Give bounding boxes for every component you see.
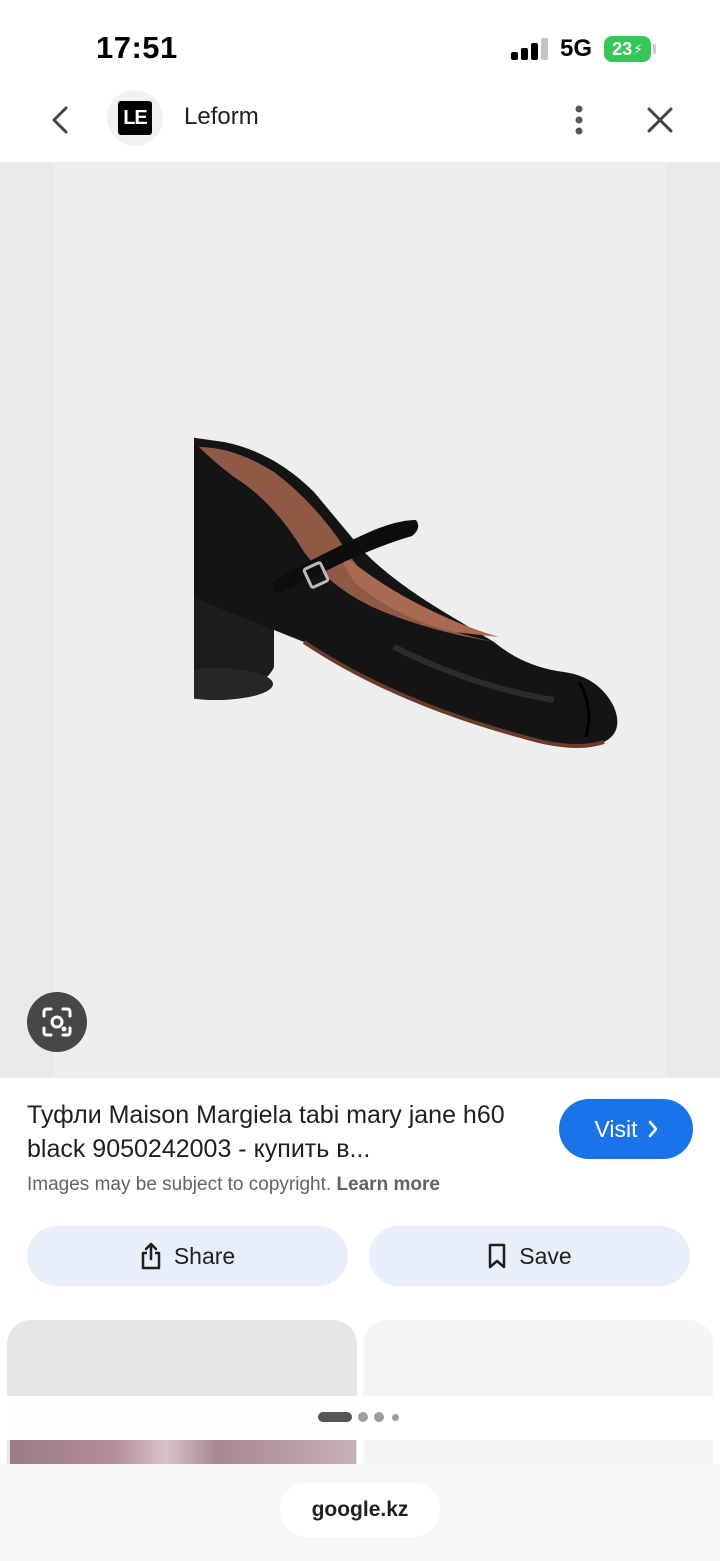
learn-more-link[interactable]: Learn more (336, 1174, 439, 1195)
page-dot-active (318, 1412, 352, 1422)
shoe-image (194, 437, 618, 748)
result-info: Туфли Maison Margiela tabi mary jane h60… (0, 1078, 720, 1318)
page-dot (374, 1412, 384, 1422)
lens-icon (42, 1007, 72, 1037)
share-label: Share (173, 1242, 236, 1269)
copyright-text: Images may be subject to copyright. (27, 1174, 332, 1195)
network-label: 5G (560, 35, 593, 62)
close-button[interactable] (636, 96, 684, 144)
url-text: google.kz (311, 1498, 409, 1521)
chevron-right-icon (648, 1120, 657, 1138)
battery-level: 23 (612, 38, 633, 59)
bookmark-icon (489, 1243, 506, 1269)
save-button[interactable]: Save (369, 1226, 690, 1286)
save-label: Save (519, 1242, 572, 1269)
result-title[interactable]: Туфли Maison Margiela tabi mary jane h60… (27, 1098, 537, 1166)
visit-button[interactable]: Visit (559, 1099, 693, 1159)
lens-button[interactable] (27, 992, 87, 1052)
back-button[interactable] (38, 98, 82, 142)
share-button[interactable]: Share (27, 1226, 348, 1286)
image-preview[interactable] (0, 162, 720, 1078)
copyright-notice: Images may be subject to copyright. Lear… (27, 1174, 440, 1196)
url-bar[interactable]: google.kz (280, 1483, 440, 1537)
site-logo-mark: LE (118, 101, 152, 135)
site-name[interactable]: Leform (184, 103, 259, 131)
viewer-header: LE Leform (0, 90, 720, 162)
battery-icon: 23 ⚡ (604, 36, 656, 62)
close-icon (647, 107, 673, 133)
site-logo[interactable]: LE (107, 90, 163, 146)
signal-icon (511, 38, 549, 60)
image-frame (54, 162, 666, 1078)
related-images: google.kz (0, 1318, 720, 1561)
page-dot (392, 1414, 399, 1421)
share-icon (141, 1242, 161, 1270)
more-options-button[interactable] (558, 96, 600, 144)
visit-label: Visit (594, 1115, 638, 1142)
page-indicator (0, 1396, 720, 1440)
status-bar: 17:51 5G 23 ⚡ (0, 0, 720, 92)
status-time: 17:51 (96, 30, 178, 65)
more-vert-icon (575, 105, 583, 135)
page-dot (358, 1412, 368, 1422)
back-icon (52, 106, 68, 134)
